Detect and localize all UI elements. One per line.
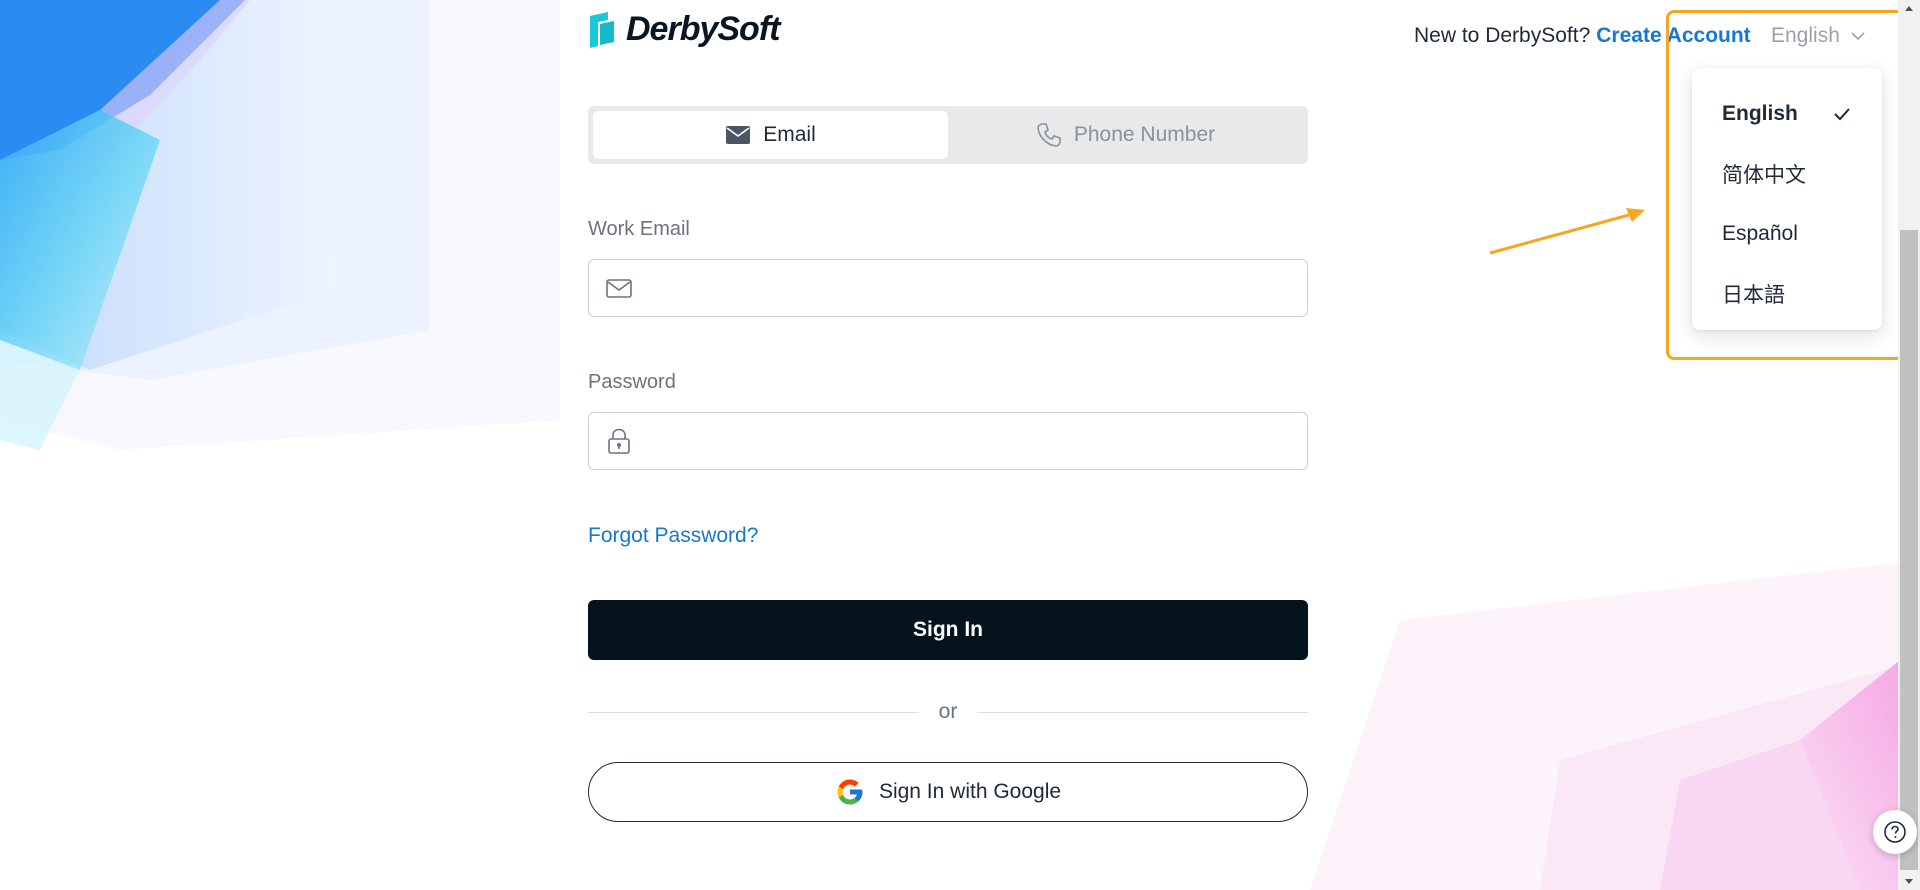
divider-line xyxy=(977,711,1308,713)
tab-email[interactable]: Email xyxy=(593,111,948,159)
checkmark-icon xyxy=(1834,108,1850,121)
language-dropdown: English 简体中文 Español 日本語 xyxy=(1692,68,1882,330)
lock-icon xyxy=(608,428,630,454)
derbysoft-logo-icon xyxy=(590,11,614,48)
google-logo-icon xyxy=(837,779,863,805)
annotation-arrow-icon xyxy=(1489,208,1645,255)
tab-phone-number[interactable]: Phone Number xyxy=(948,111,1303,159)
language-option-chinese[interactable]: 简体中文 xyxy=(1692,144,1882,204)
scroll-up-arrow-icon[interactable] xyxy=(1904,4,1914,14)
help-button[interactable] xyxy=(1873,810,1917,854)
brand-logo[interactable]: DerbySoft xyxy=(588,10,780,49)
logo-text: DerbySoft xyxy=(626,10,780,48)
signup-prompt: New to DerbySoft? xyxy=(1414,24,1591,47)
login-method-tabs: Email Phone Number xyxy=(588,106,1308,164)
scrollbar[interactable] xyxy=(1898,0,1920,890)
signup-prompt-bar: New to DerbySoft? Create Account xyxy=(1414,24,1751,48)
work-email-label: Work Email xyxy=(588,218,690,240)
language-option-label: 简体中文 xyxy=(1722,164,1806,187)
language-selector[interactable]: English xyxy=(1771,24,1866,48)
tab-phone-label: Phone Number xyxy=(1073,123,1216,146)
language-option-label: English xyxy=(1722,102,1798,125)
envelope-icon xyxy=(726,126,751,144)
language-option-japanese[interactable]: 日本語 xyxy=(1692,264,1882,324)
mail-outline-icon xyxy=(606,279,632,298)
password-field[interactable] xyxy=(588,412,1308,470)
question-mark-icon xyxy=(1884,821,1906,843)
scroll-down-arrow-icon[interactable] xyxy=(1904,876,1914,886)
create-account-link[interactable]: Create Account xyxy=(1596,24,1750,48)
login-page: DerbySoft New to DerbySoft? Create Accou… xyxy=(0,0,1920,890)
chevron-down-icon xyxy=(1851,32,1865,41)
scroll-thumb[interactable] xyxy=(1900,230,1918,870)
sign-in-button[interactable]: Sign In xyxy=(588,600,1308,660)
work-email-input[interactable] xyxy=(645,260,1307,316)
language-option-english[interactable]: English xyxy=(1692,84,1882,144)
sign-in-with-google-button[interactable]: Sign In with Google xyxy=(588,762,1308,822)
google-button-label: Sign In with Google xyxy=(878,780,1062,803)
password-input[interactable] xyxy=(645,413,1307,469)
password-label: Password xyxy=(588,371,676,393)
or-divider: or xyxy=(588,700,1308,724)
work-email-field[interactable] xyxy=(588,259,1308,317)
language-option-label: 日本語 xyxy=(1722,284,1785,307)
language-option-label: Español xyxy=(1722,222,1798,245)
tab-email-label: Email xyxy=(763,123,816,146)
divider-text: or xyxy=(938,700,958,723)
language-option-spanish[interactable]: Español xyxy=(1692,204,1882,264)
phone-icon xyxy=(1037,123,1061,147)
divider-line xyxy=(588,711,919,713)
forgot-password-link[interactable]: Forgot Password? xyxy=(588,524,758,548)
language-selected-label: English xyxy=(1771,24,1840,47)
